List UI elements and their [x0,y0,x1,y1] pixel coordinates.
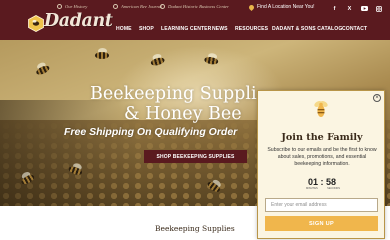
bee-logo-icon [314,101,328,117]
close-icon[interactable]: × [373,94,381,102]
minutes-label: MINUTES [306,187,318,190]
american-bee-journal-label: American Bee Journal [121,4,163,9]
facebook-icon[interactable]: f [331,5,338,12]
nav-news[interactable]: NEWS [212,26,228,32]
email-field[interactable] [265,198,378,212]
nav-catalog[interactable]: DADANT & SONS CATALOG [272,26,342,32]
countdown-timer: 01 : 58 [307,177,337,187]
journal-icon [113,4,118,9]
nav-shop[interactable]: SHOP [139,26,154,32]
nav-resources[interactable]: RESOURCES [235,26,268,32]
x-icon[interactable]: X [346,5,353,12]
nav-learning-center[interactable]: LEARNING CENTER [161,26,211,32]
popup-description: Subscribe to our emails and be the first… [267,147,377,167]
map-pin-icon [247,3,256,11]
our-history-link[interactable]: Our History [57,4,87,9]
historic-business-center-label: Dadant Historic Business Center [168,4,229,9]
find-location-label: Find A Location Near You! [257,4,315,10]
nav-home[interactable]: HOME [116,26,132,32]
instagram-icon[interactable] [375,5,382,12]
history-icon [57,4,62,9]
popup-title: Join the Family [281,132,363,143]
honeycomb-logo-icon[interactable] [28,15,44,32]
section-title: Beekeeping Supplies [155,224,235,233]
countdown-labels: MINUTES SECONDS [306,187,340,190]
seconds-label: SECONDS [327,187,340,190]
hero-shade [0,100,140,206]
nav-contact[interactable]: CONTACT [342,26,367,32]
find-location-link[interactable]: Find A Location Near You! [247,3,315,11]
american-bee-journal-link[interactable]: American Bee Journal [113,4,162,9]
dadant-logo[interactable]: Dadant [44,11,113,31]
shop-supplies-button[interactable]: SHOP BEEKEEPING SUPPLIES [144,150,247,163]
site-header: Our History American Bee Journal Dadant … [0,0,390,40]
sign-up-button[interactable]: SIGN UP [265,216,378,231]
historic-business-center-link[interactable]: Dadant Historic Business Center [160,4,229,9]
our-history-label: Our History [65,4,88,9]
hero-subtitle: Free Shipping On Qualifying Order [64,126,238,138]
building-icon [160,4,165,9]
newsletter-popup: × Join the Family Subscribe to our email… [257,90,385,239]
youtube-icon[interactable] [361,5,368,12]
